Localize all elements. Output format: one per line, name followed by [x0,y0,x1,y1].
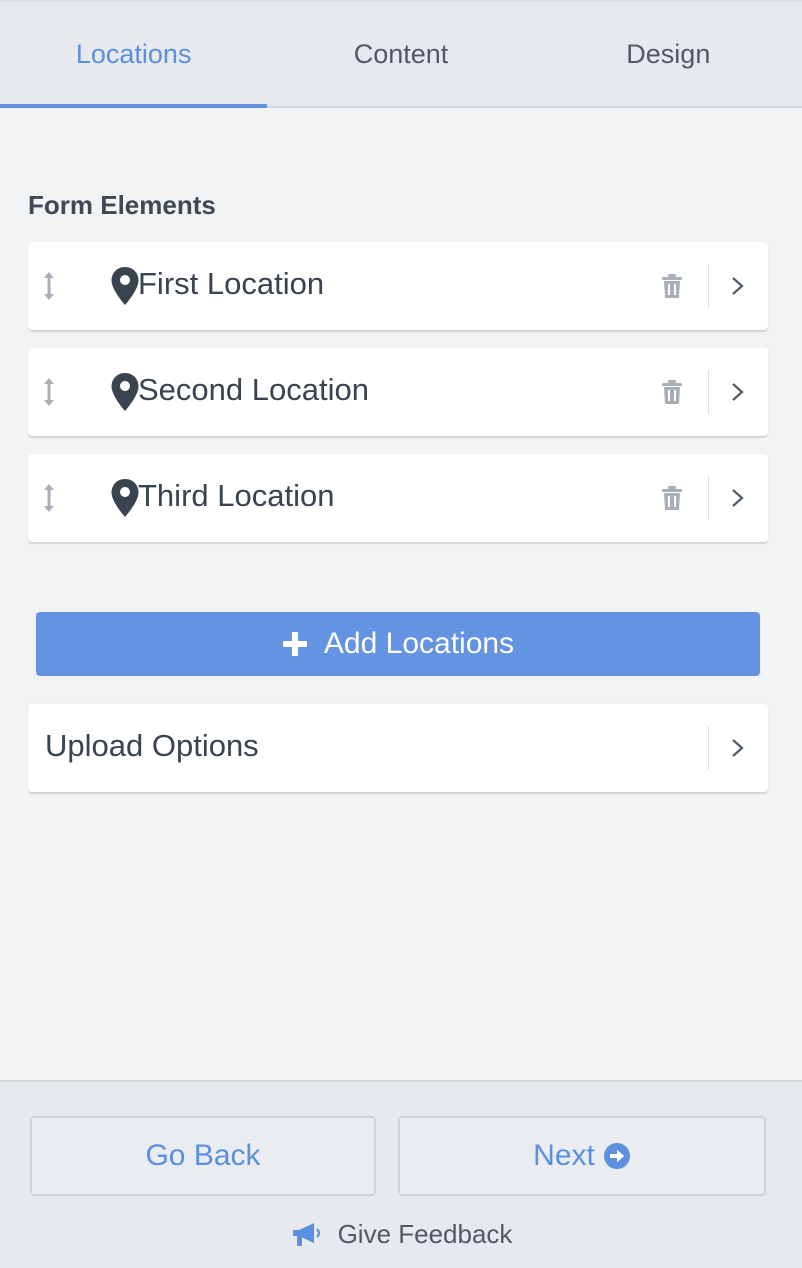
add-locations-label: Add Locations [323,627,515,660]
drag-handle-icon[interactable] [42,376,56,408]
divider [708,726,709,770]
drag-handle-icon[interactable] [42,482,56,514]
map-pin-icon [111,373,139,411]
trash-icon[interactable] [660,273,684,299]
chevron-right-icon[interactable] [730,734,746,762]
tab-design[interactable]: Design [535,2,802,106]
location-label: Second Location [138,372,369,407]
upload-options-item[interactable]: Upload Options [28,704,768,792]
plus-icon [282,632,307,656]
upload-options-label: Upload Options [45,728,259,763]
trash-icon[interactable] [660,485,684,511]
tab-bar: Locations Content Design [0,0,802,108]
tab-content[interactable]: Content [267,2,534,106]
location-item[interactable]: First Location [28,242,768,330]
divider [708,476,709,520]
divider [708,370,709,414]
tab-locations[interactable]: Locations [0,2,268,108]
section-title: Form Elements [28,190,216,220]
go-back-label: Go Back [145,1139,261,1172]
arrow-circle-right-icon [603,1143,630,1169]
location-item[interactable]: Third Location [28,454,768,542]
give-feedback-label: Give Feedback [337,1218,513,1249]
location-label: First Location [138,266,325,301]
go-back-button[interactable]: Go Back [30,1116,376,1196]
location-item[interactable]: Second Location [28,348,768,436]
megaphone-icon [292,1223,320,1246]
footer: Go Back Next Give Feedback [0,1080,802,1268]
chevron-right-icon[interactable] [730,272,746,300]
add-locations-button[interactable]: Add Locations [36,612,760,676]
drag-handle-icon[interactable] [42,270,56,302]
chevron-right-icon[interactable] [730,484,746,512]
trash-icon[interactable] [660,379,684,405]
chevron-right-icon[interactable] [730,378,746,406]
give-feedback-link[interactable]: Give Feedback [0,1214,802,1254]
next-label: Next [533,1139,595,1172]
location-label: Third Location [138,478,335,513]
divider [708,264,709,308]
next-button[interactable]: Next [398,1116,766,1196]
map-pin-icon [111,479,139,517]
map-pin-icon [111,267,139,305]
